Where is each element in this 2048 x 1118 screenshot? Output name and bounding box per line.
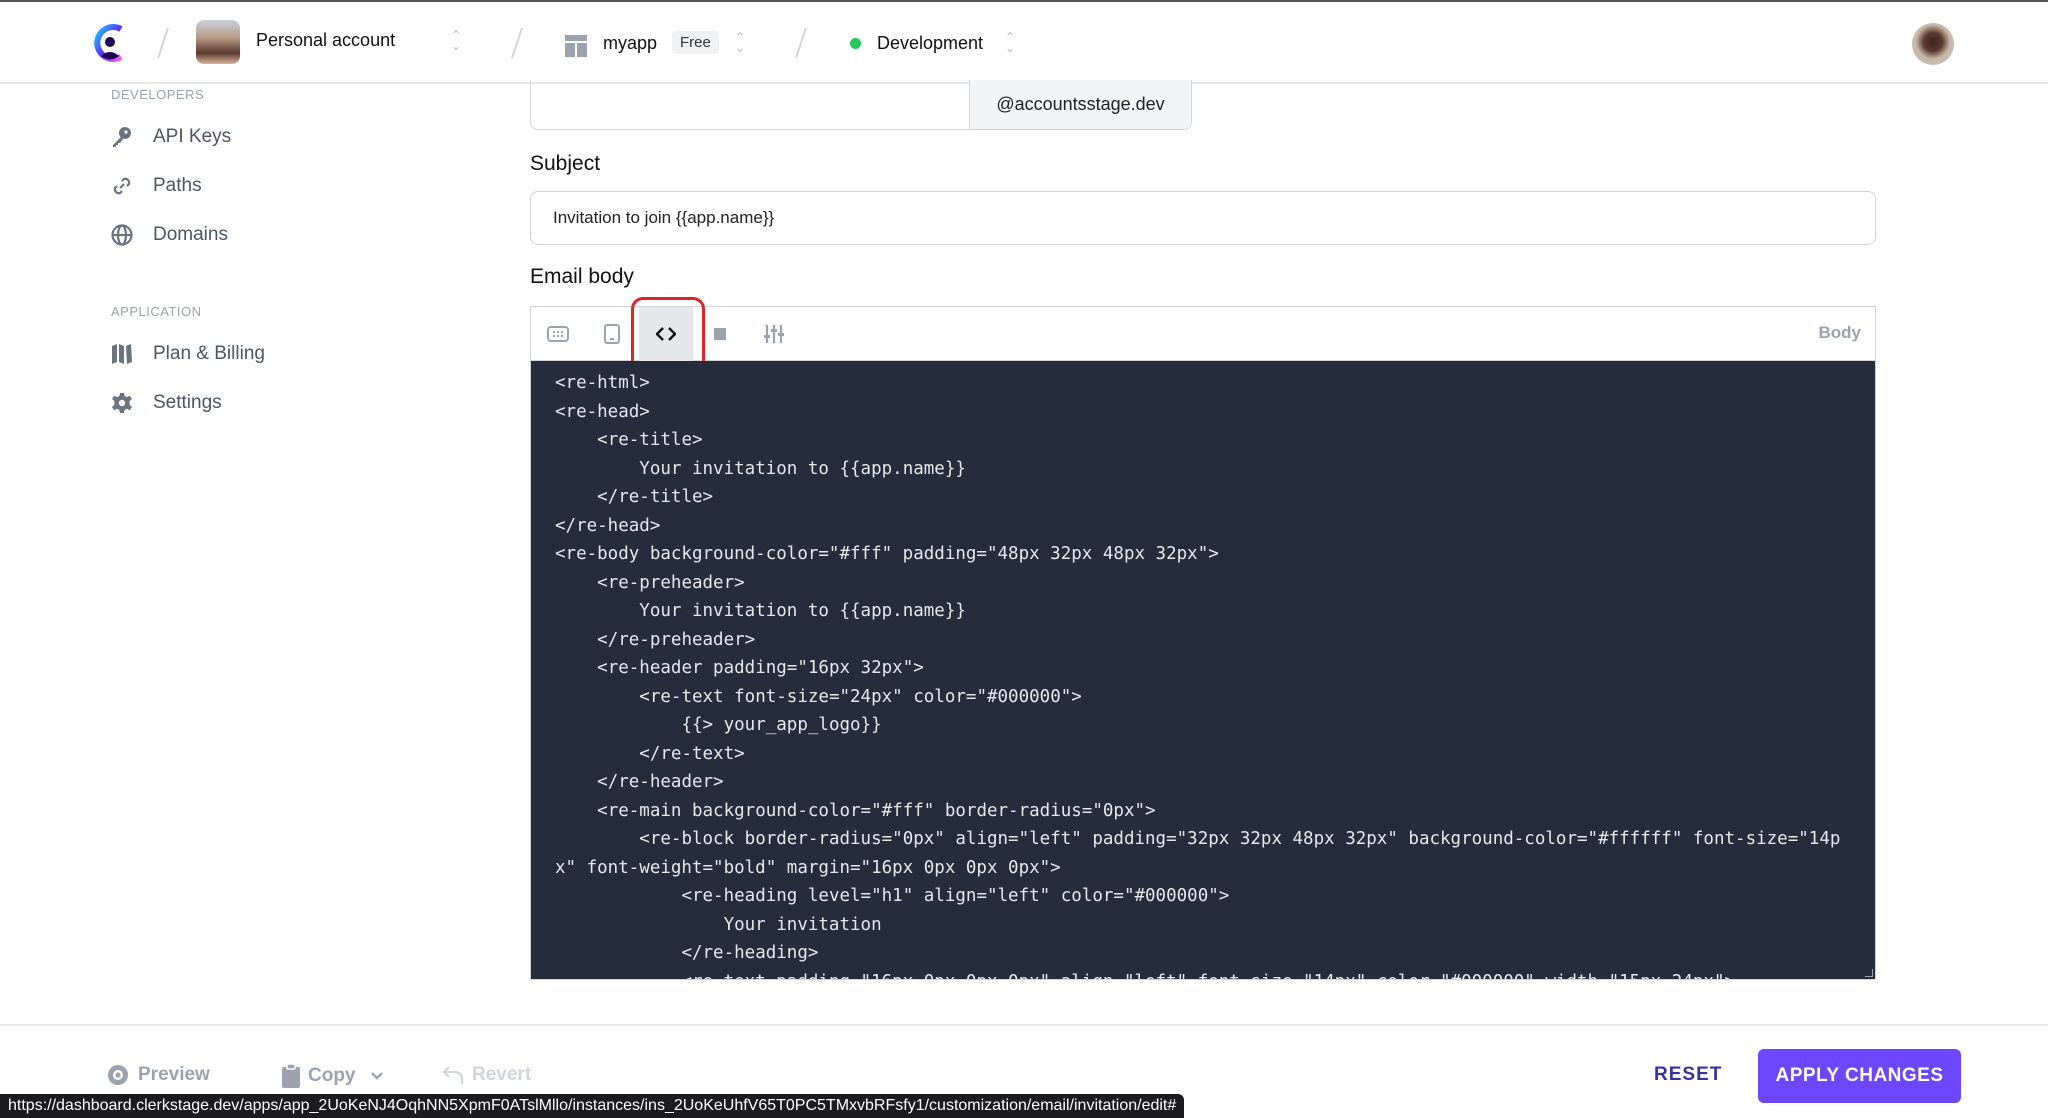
code-line: Your invitation xyxy=(555,914,882,935)
clerk-logo[interactable] xyxy=(93,23,127,63)
breadcrumb-separator xyxy=(157,28,169,58)
environment-switcher-chevrons-icon[interactable]: ⌃ ⌄ xyxy=(1003,31,1017,58)
sidebar-item-domains[interactable]: Domains xyxy=(111,224,228,246)
subject-label: Subject xyxy=(530,152,601,175)
clerk-logo-icon xyxy=(94,24,123,62)
code-line: </re-text> xyxy=(555,743,745,764)
sliders-icon xyxy=(764,325,784,343)
map-icon xyxy=(111,343,133,365)
subject-input[interactable] xyxy=(530,191,1876,245)
code-line: Your invitation to {{app.name}} xyxy=(555,458,966,479)
keyboard-icon xyxy=(547,326,569,342)
code-line: <re-heading level="h1" align="left" colo… xyxy=(555,886,1230,906)
keyboard-mode-button[interactable] xyxy=(531,307,585,361)
app-layout-icon xyxy=(565,35,587,57)
code-line: <re-text font-size="24px" color="#000000… xyxy=(555,686,1082,707)
sidebar-item-label: Paths xyxy=(153,175,202,196)
code-line: </re-preheader> xyxy=(555,629,756,650)
account-avatar[interactable] xyxy=(196,20,240,64)
sidebar-item-plan-billing[interactable]: Plan & Billing xyxy=(111,343,265,365)
sidebar-item-api-keys[interactable]: API Keys xyxy=(111,126,231,148)
sidebar-section-developers: DEVELOPERS xyxy=(111,87,205,102)
top-navigation-bar: Personal account ⌃ ⌄ myapp Free ⌃ ⌄ Develo… xyxy=(0,0,2048,84)
code-line: </re-title> xyxy=(555,487,714,507)
code-line: </re-head> xyxy=(555,515,661,536)
account-name[interactable]: Personal account xyxy=(256,30,395,51)
browser-status-url: https://dashboard.clerkstage.dev/apps/ap… xyxy=(0,1094,1185,1118)
environment-status-dot xyxy=(850,38,861,49)
code-view-button[interactable] xyxy=(631,297,705,375)
gear-icon xyxy=(111,392,133,414)
editor-toolbar: Body xyxy=(531,297,1875,375)
sidebar-item-label: Settings xyxy=(153,392,222,413)
sidebar-item-label: Domains xyxy=(153,224,228,245)
code-line: </re-heading> xyxy=(555,943,819,963)
app-name[interactable]: myapp xyxy=(603,33,657,54)
clipboard-icon xyxy=(282,1064,300,1088)
link-icon xyxy=(111,175,133,197)
from-domain-suffix: @accountsstage.dev xyxy=(969,80,1191,129)
code-line: <re-body background-color="#fff" padding… xyxy=(555,544,1219,564)
preview-label: Preview xyxy=(138,1064,210,1085)
breadcrumb-separator xyxy=(511,28,523,58)
code-line: <re-preheader> xyxy=(555,572,745,593)
mobile-device-icon xyxy=(604,324,620,344)
code-line: </re-header> xyxy=(555,772,724,792)
breadcrumb-separator xyxy=(795,28,807,58)
code-line: Your invitation to {{app.name}} xyxy=(555,601,966,621)
editor-mode-label: Body xyxy=(1818,323,1862,342)
settings-sliders-button[interactable] xyxy=(747,307,801,361)
revert-button[interactable]: Revert xyxy=(442,1064,531,1086)
environment-name[interactable]: Development xyxy=(877,33,983,54)
eye-icon xyxy=(106,1065,130,1085)
key-icon xyxy=(111,126,133,148)
resize-handle[interactable] xyxy=(1865,969,1873,977)
undo-arrow-icon xyxy=(442,1065,464,1085)
user-avatar[interactable] xyxy=(1912,23,1954,65)
copy-button[interactable]: Copy xyxy=(282,1064,392,1088)
globe-icon xyxy=(111,224,133,246)
code-line: <re-block border-radius="0px" align="lef… xyxy=(555,829,1841,878)
apply-changes-button[interactable]: APPLY CHANGES xyxy=(1758,1049,1961,1103)
code-editor-textarea[interactable]: <re-html> <re-head> <re-title> Your invit… xyxy=(531,361,1875,979)
sidebar-item-label: Plan & Billing xyxy=(153,343,265,364)
sidebar-item-paths[interactable]: Paths xyxy=(111,175,202,197)
copy-label: Copy xyxy=(308,1065,356,1086)
plan-badge: Free xyxy=(672,31,719,54)
sidebar-section-application: APPLICATION xyxy=(111,304,202,319)
account-switcher-chevrons-icon[interactable]: ⌃ ⌄ xyxy=(449,29,463,56)
sidebar-item-label: API Keys xyxy=(153,126,232,147)
square-icon xyxy=(714,328,726,340)
email-body-label: Email body xyxy=(530,265,634,288)
chevron-down-icon xyxy=(370,1071,384,1081)
code-icon xyxy=(656,327,676,341)
code-line: <re-text padding="16px 0px 0px 0px" alig… xyxy=(555,968,1851,980)
sidebar-item-settings[interactable]: Settings xyxy=(111,392,222,414)
sidebar: DEVELOPERS API Keys Paths Domains APPLIC… xyxy=(0,84,520,1024)
from-address-input[interactable] xyxy=(531,80,969,129)
from-address-field[interactable]: @accountsstage.dev xyxy=(530,80,1192,130)
email-body-editor[interactable]: Body <re-html> <re-head> <re-title> Your … xyxy=(530,297,1876,980)
app-switcher-chevrons-icon[interactable]: ⌃ ⌄ xyxy=(733,31,747,58)
reset-button[interactable]: RESET xyxy=(1654,1064,1722,1086)
block-view-button[interactable] xyxy=(693,307,747,361)
code-line: <re-title> xyxy=(555,430,703,450)
revert-label: Revert xyxy=(472,1064,532,1085)
preview-button[interactable]: Preview xyxy=(106,1064,210,1086)
code-line: <re-head> xyxy=(555,401,650,422)
code-line: {{> your_app_logo}} xyxy=(555,715,882,735)
code-line: <re-header padding="16px 32px"> xyxy=(555,658,924,678)
code-line: <re-main background-color="#fff" border-… xyxy=(555,800,1156,821)
code-line: <re-html> xyxy=(555,373,650,393)
